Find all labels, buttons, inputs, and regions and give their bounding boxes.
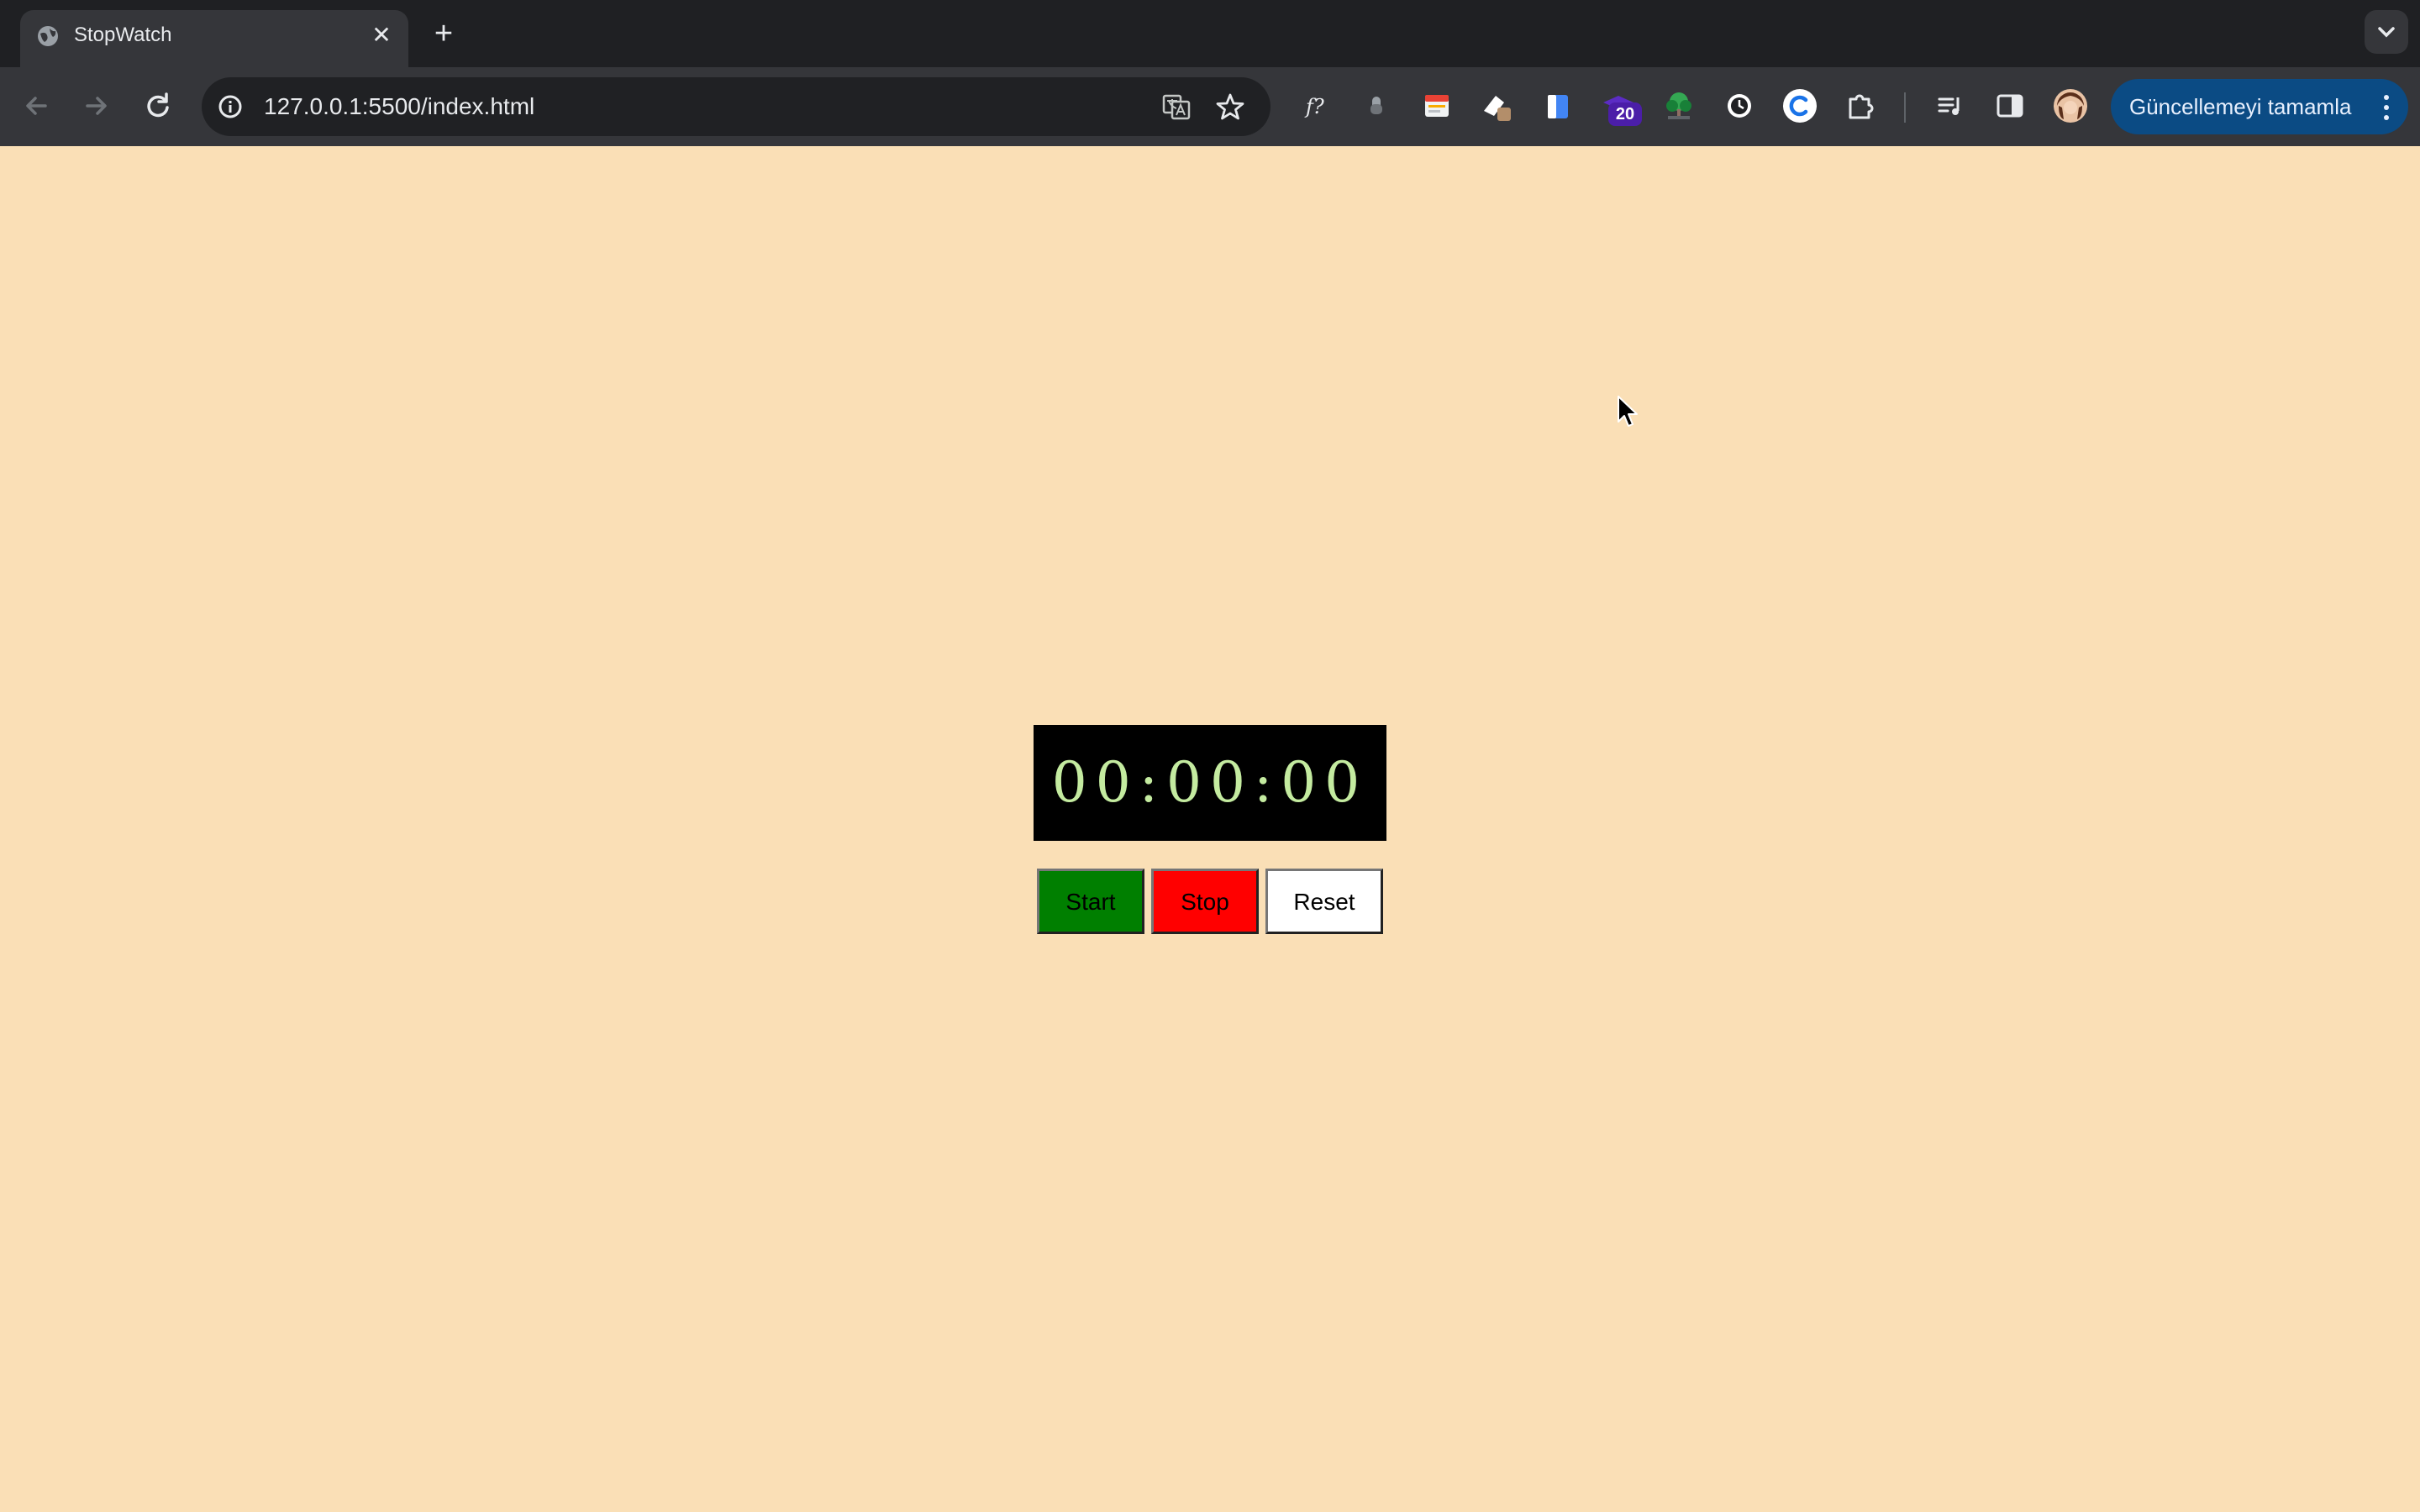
browser-chrome: StopWatch ✕ + 127.0.0.1:5500/index.html … bbox=[0, 0, 2420, 146]
chevron-down-icon bbox=[2378, 27, 2395, 38]
tab-search-button[interactable] bbox=[2365, 10, 2408, 54]
eraser-extension-icon[interactable] bbox=[1479, 87, 1516, 124]
stopwatch-time: 00:00:00 bbox=[1051, 750, 1369, 815]
stop-button[interactable]: Stop bbox=[1151, 869, 1259, 934]
clock-extension-icon[interactable] bbox=[1721, 87, 1758, 124]
tree-extension-icon[interactable] bbox=[1660, 87, 1697, 124]
toolbar: 127.0.0.1:5500/index.html f? 20 Güncelle… bbox=[0, 67, 2420, 146]
address-bar[interactable]: 127.0.0.1:5500/index.html bbox=[202, 77, 1270, 136]
mouse-cursor-icon bbox=[1618, 396, 1638, 427]
update-button-label: Güncellemeyi tamamla bbox=[2129, 94, 2352, 119]
c-extension-icon[interactable] bbox=[1781, 87, 1818, 124]
tab-title: StopWatch bbox=[74, 24, 172, 46]
mic-extension-icon[interactable] bbox=[1358, 87, 1395, 124]
reload-icon[interactable] bbox=[138, 86, 178, 126]
profile-avatar[interactable] bbox=[2052, 87, 2089, 124]
reset-button[interactable]: Reset bbox=[1265, 869, 1383, 934]
extension-badge: 20 bbox=[1608, 102, 1642, 126]
extensions-puzzle-icon[interactable] bbox=[1842, 87, 1879, 124]
close-tab-icon[interactable]: ✕ bbox=[368, 22, 395, 49]
site-info-icon[interactable] bbox=[217, 93, 244, 120]
bookmark-star-icon[interactable] bbox=[1215, 92, 1245, 122]
toolbar-divider bbox=[1904, 92, 1906, 123]
stopwatch-display: 00:00:00 bbox=[1034, 725, 1386, 841]
translate-icon[interactable] bbox=[1161, 92, 1192, 122]
docs-extension-icon[interactable] bbox=[1539, 87, 1576, 124]
globe-icon bbox=[38, 26, 58, 46]
forward-arrow-icon[interactable] bbox=[76, 86, 116, 126]
media-controls-icon[interactable] bbox=[1933, 87, 1970, 124]
svg-text:f?: f? bbox=[1304, 95, 1324, 118]
tab-strip: StopWatch ✕ + bbox=[0, 0, 2420, 67]
start-button[interactable]: Start bbox=[1037, 869, 1144, 934]
calendar-extension-icon[interactable] bbox=[1418, 87, 1455, 124]
kebab-menu-icon[interactable] bbox=[2381, 93, 2391, 122]
side-panel-icon[interactable] bbox=[1991, 87, 2028, 124]
tab-stopwatch[interactable]: StopWatch ✕ bbox=[20, 10, 408, 67]
formula-extension-icon[interactable]: f? bbox=[1299, 87, 1336, 124]
back-arrow-icon[interactable] bbox=[17, 86, 57, 126]
new-tab-button[interactable]: + bbox=[427, 17, 460, 50]
update-button[interactable]: Güncellemeyi tamamla bbox=[2111, 79, 2408, 134]
url-text[interactable]: 127.0.0.1:5500/index.html bbox=[264, 92, 534, 121]
